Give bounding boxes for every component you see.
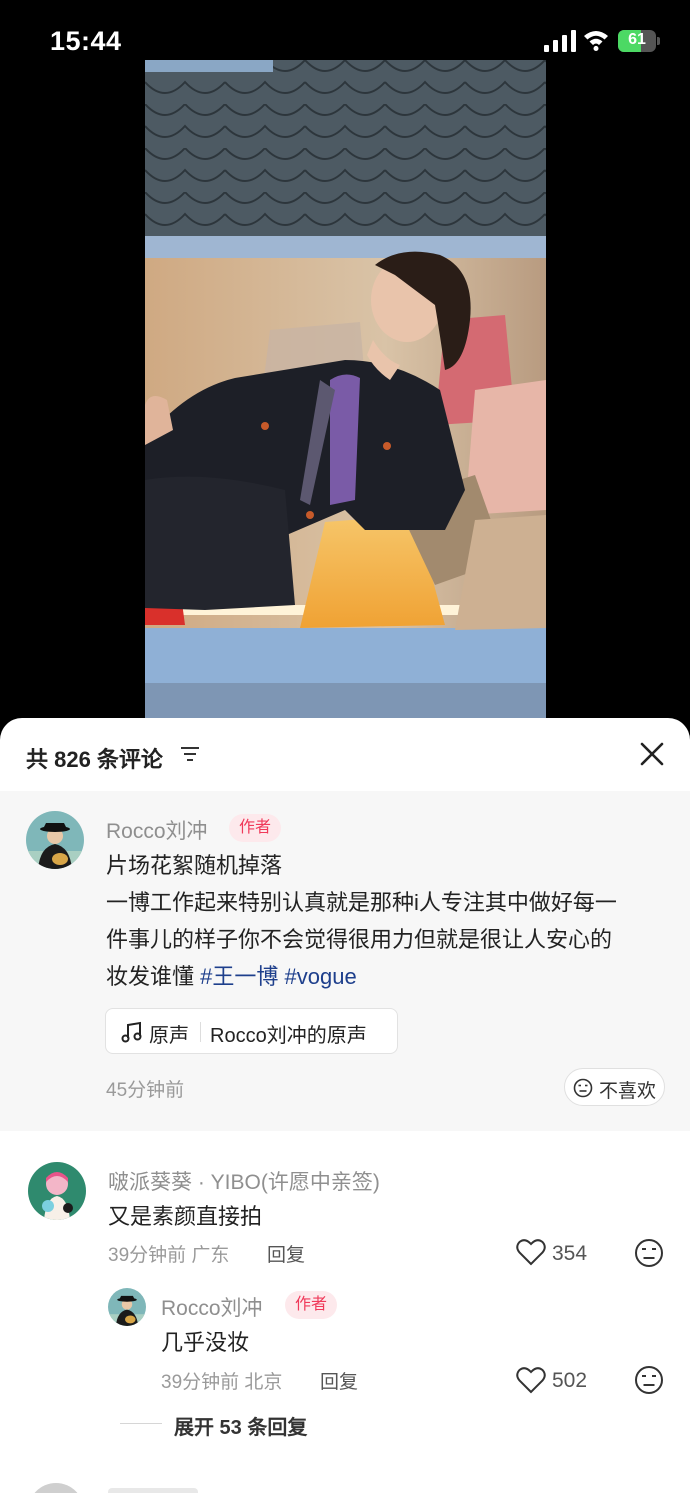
battery-level: 61 — [628, 31, 646, 48]
dislike-label: 不喜欢 — [599, 1081, 657, 1102]
heart-icon[interactable] — [516, 1366, 546, 1394]
like-count: 354 — [552, 1242, 588, 1265]
comment-sheet-header: 共 826 条评论 — [0, 718, 690, 790]
battery-icon: 61 — [618, 30, 660, 52]
commenter-username[interactable] — [108, 1488, 198, 1493]
post-text: 妆发谁懂 — [106, 964, 201, 989]
reply-meta: 39分钟前 北京 — [161, 1372, 283, 1393]
audio-name: Rocco刘冲的原声 — [210, 1025, 367, 1047]
reply-button[interactable]: 回复 — [320, 1367, 358, 1394]
author-username[interactable]: Rocco刘冲 — [106, 815, 208, 845]
commenter-username[interactable]: 啵派葵葵 · YIBO(许愿中亲签) — [108, 1166, 380, 1196]
heart-icon[interactable] — [516, 1238, 546, 1266]
reply-text: 几乎没妆 — [161, 1330, 250, 1355]
pinned-author-comment: Rocco刘冲 作者 片场花絮随机掉落 一博工作起来特别认真就是那种i人专注其中… — [0, 791, 690, 1131]
status-bar: 15:44 61 — [0, 0, 690, 60]
original-audio-button[interactable]: 原声 Rocco刘冲的原声 — [105, 1008, 398, 1054]
divider — [200, 1022, 201, 1042]
like-count: 502 — [552, 1369, 588, 1392]
author-badge: 作者 — [229, 814, 282, 842]
post-line-with-tags: 妆发谁懂 #王一博 #vogue — [106, 958, 357, 995]
neutral-face-icon — [573, 1078, 593, 1098]
wifi-icon — [584, 31, 608, 51]
comment-meta: 39分钟前 广东 — [108, 1245, 230, 1266]
avatar[interactable] — [108, 1288, 146, 1326]
close-icon[interactable] — [636, 738, 668, 770]
reply-username[interactable]: Rocco刘冲 — [161, 1292, 263, 1322]
post-line: 件事儿的样子你不会觉得很用力但就是很让人安心的 — [106, 927, 613, 952]
audio-label: 原声 — [149, 1025, 189, 1047]
expand-replies-button[interactable]: 展开 53 条回复 — [174, 1411, 307, 1440]
dislike-button[interactable]: 不喜欢 — [564, 1068, 665, 1106]
avatar[interactable] — [28, 1483, 84, 1493]
dislike-face-icon[interactable] — [634, 1365, 664, 1395]
author-badge: 作者 — [285, 1291, 338, 1319]
post-timestamp: 45分钟前 — [106, 1080, 185, 1101]
avatar[interactable] — [26, 811, 84, 869]
cellular-signal-icon — [544, 30, 576, 52]
comment-sheet: 共 826 条评论 Rocco刘冲 作者 片场花絮随机掉落 一博工作起来特别认真… — [0, 718, 690, 1493]
post-line: 片场花絮随机掉落 — [106, 853, 283, 878]
hashtag-link[interactable]: #王一博 — [200, 964, 278, 989]
video-frame — [145, 60, 546, 720]
comment-count-title: 共 826 条评论 — [26, 747, 163, 772]
music-note-icon — [121, 1021, 142, 1043]
video-player[interactable] — [0, 60, 690, 735]
reply-button[interactable]: 回复 — [267, 1240, 305, 1267]
dislike-face-icon[interactable] — [634, 1238, 664, 1268]
sort-icon[interactable] — [180, 745, 200, 763]
comment-text: 又是素颜直接拍 — [108, 1204, 263, 1229]
post-line: 一博工作起来特别认真就是那种i人专注其中做好每一 — [106, 890, 617, 915]
divider — [120, 1423, 162, 1424]
hashtag-link[interactable]: #vogue — [285, 964, 357, 989]
avatar[interactable] — [28, 1162, 86, 1220]
status-time: 15:44 — [50, 26, 122, 56]
